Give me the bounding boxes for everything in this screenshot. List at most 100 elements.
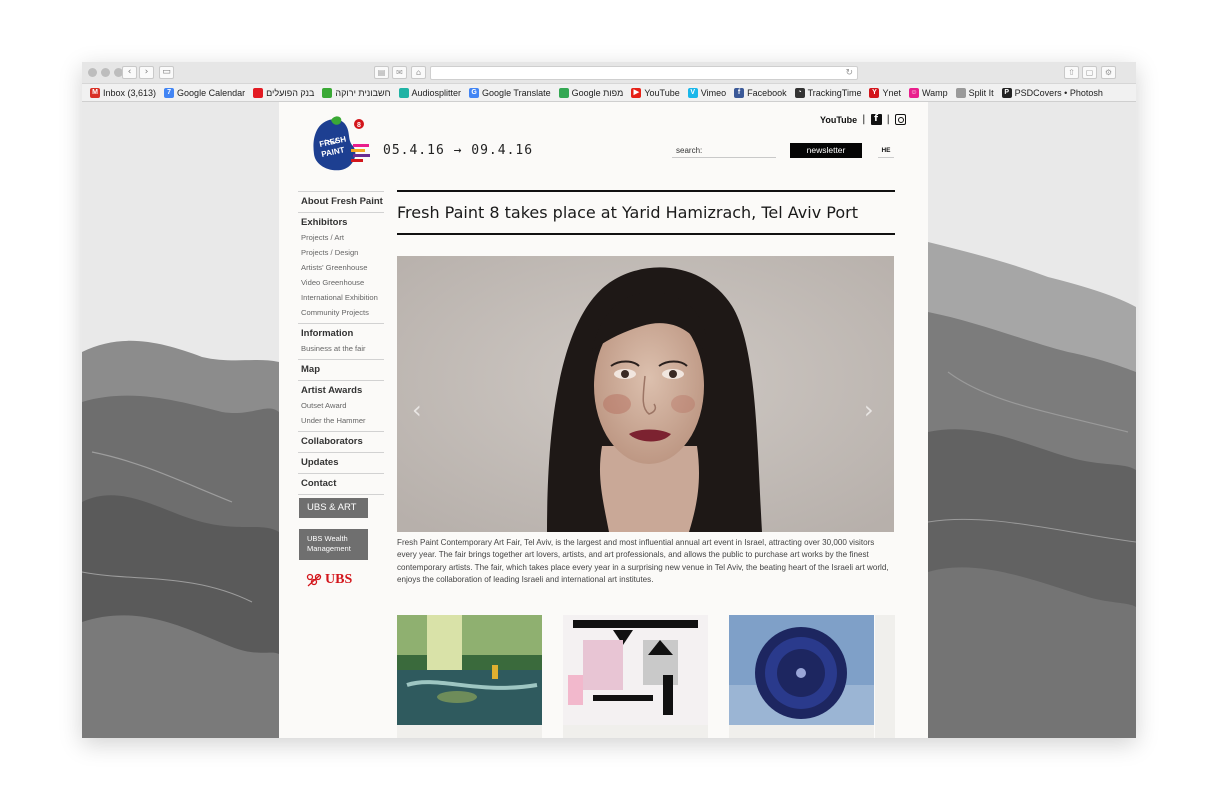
newsletter-button[interactable]: newsletter: [790, 143, 862, 158]
gmail-icon: M: [90, 87, 100, 98]
nav-item[interactable]: About Fresh Paint: [301, 195, 384, 209]
bookmark-item[interactable]: G Google Translate: [469, 87, 551, 98]
facebook-icon[interactable]: f: [870, 114, 882, 125]
slider-prev-arrow[interactable]: ‹: [412, 398, 422, 422]
bookmark-item[interactable]: M Inbox (3,613): [90, 87, 157, 98]
settings-icon[interactable]: ⚙: [1101, 66, 1116, 79]
tabs-icon[interactable]: ▢: [1082, 66, 1097, 79]
ubs-art-button[interactable]: UBS & ART: [299, 498, 368, 518]
nav-subitem[interactable]: Business at the fair: [301, 341, 384, 356]
browser-window: ‹ › ▭ ▤ ✉ ⌂ ↻ ⇧ ▢ ⚙ M Inbox (3,613) 7 Googl…: [82, 62, 1136, 738]
bookmark-item[interactable]: ☺ Wamp: [908, 87, 948, 98]
headline-rule-bottom: [397, 233, 895, 235]
nav-subitem[interactable]: International Exhibition: [301, 290, 384, 305]
nav-section: Information Business at the fair: [298, 324, 384, 360]
youtube-icon[interactable]: YouTube: [820, 115, 857, 125]
bookmark-item[interactable]: Y Ynet: [869, 87, 901, 98]
bank-icon: [253, 87, 264, 98]
artwork-thumbnail-3[interactable]: [729, 615, 874, 725]
bookmark-item[interactable]: P PSDCovers • Photosh: [1001, 87, 1103, 98]
bookmark-item[interactable]: ▶ YouTube: [631, 87, 680, 98]
stopwatch-icon: ◔: [794, 87, 805, 98]
nav-item[interactable]: Map: [301, 363, 384, 377]
nav-subitem[interactable]: Community Projects: [301, 305, 384, 320]
ubs-wealth-button[interactable]: UBS Wealth Management: [299, 529, 368, 560]
forward-icon[interactable]: ›: [139, 66, 154, 79]
ubs-keys-icon: [306, 573, 322, 587]
bookmark-label: Ynet: [882, 87, 901, 98]
page-viewport: FRESH PAINT 8 05.4.16 → 09.4.16 YouTube …: [82, 102, 1136, 738]
nav-section: Artist Awards Outset Award Under the Hamme…: [298, 381, 384, 432]
bookmark-label: Split It: [968, 87, 994, 98]
bookmark-item[interactable]: ◔ TrackingTime: [794, 87, 862, 98]
nav-subitem[interactable]: Artists' Greenhouse: [301, 260, 384, 275]
nav-subitem[interactable]: Under the Hammer: [301, 413, 384, 428]
browser-toolbar: ‹ › ▭ ▤ ✉ ⌂ ↻ ⇧ ▢ ⚙: [82, 62, 1136, 84]
hero-slider[interactable]: [397, 256, 894, 532]
nav-section: Map: [298, 360, 384, 381]
back-icon[interactable]: ‹: [122, 66, 137, 79]
instagram-icon[interactable]: [894, 114, 906, 125]
bookmark-label: Google Calendar: [177, 87, 246, 98]
nav-section: Contact: [298, 474, 384, 495]
bookmark-label: Google מפות: [571, 87, 624, 98]
artwork-thumbnail-2[interactable]: [563, 615, 708, 725]
address-bar[interactable]: ↻: [430, 66, 858, 80]
nav-item[interactable]: Collaborators: [301, 435, 384, 449]
bookmark-label: Google Translate: [482, 87, 551, 98]
bookmark-item[interactable]: 7 Google Calendar: [164, 87, 246, 98]
nav-subitem[interactable]: Projects / Design: [301, 245, 384, 260]
reload-icon[interactable]: ↻: [845, 67, 853, 79]
bookmark-item[interactable]: f Facebook: [734, 87, 787, 98]
sidebar-toggle-icon[interactable]: ▭: [159, 66, 174, 79]
bookmark-item[interactable]: V Vimeo: [687, 87, 726, 98]
thumbnail-caption-1: [397, 725, 542, 738]
ubs-logo-text: UBS: [325, 572, 353, 587]
nav-item[interactable]: Information: [301, 327, 384, 341]
share-icon[interactable]: ⇧: [1064, 66, 1079, 79]
artwork-thumbnail-1[interactable]: [397, 615, 542, 725]
nav-item[interactable]: Updates: [301, 456, 384, 470]
bookmark-label: YouTube: [644, 87, 680, 98]
bookmark-label: Inbox (3,613): [103, 87, 157, 98]
bookmark-item[interactable]: Audiosplitter: [398, 87, 461, 98]
print-icon[interactable]: ▤: [374, 66, 389, 79]
home-icon[interactable]: ⌂: [411, 66, 426, 79]
thumbnail-caption-3: [729, 725, 874, 738]
mail-icon[interactable]: ✉: [392, 66, 407, 79]
background-landscape-left: [82, 102, 279, 738]
fresh-paint-logo[interactable]: FRESH PAINT 8: [309, 114, 375, 174]
bookmark-label: Wamp: [921, 87, 948, 98]
nav-subitem[interactable]: Video Greenhouse: [301, 275, 384, 290]
background-landscape-right: [928, 102, 1136, 738]
divider: |: [862, 114, 866, 125]
headline-rule-top: [397, 190, 895, 192]
bookmark-label: PSDCovers • Photosh: [1014, 87, 1103, 98]
bookmark-item[interactable]: בנק הפועלים: [253, 87, 314, 98]
bookmark-item[interactable]: Google מפות: [558, 87, 624, 98]
bookmark-label: חשבונית ירוקה: [335, 87, 391, 98]
nav-item[interactable]: Exhibitors: [301, 216, 384, 230]
language-toggle[interactable]: HE: [878, 144, 894, 158]
bookmark-item[interactable]: חשבונית ירוקה: [322, 87, 391, 98]
page-headline: Fresh Paint 8 takes place at Yarid Hamiz…: [397, 203, 858, 222]
nav-subitem[interactable]: Projects / Art: [301, 230, 384, 245]
nav-item[interactable]: Contact: [301, 477, 384, 491]
ubs-logo[interactable]: UBS: [306, 572, 352, 588]
bookmark-label: TrackingTime: [807, 87, 862, 98]
calendar-icon: 7: [164, 87, 175, 98]
bookmark-item[interactable]: Split It: [955, 87, 994, 98]
translate-icon: G: [469, 87, 480, 98]
sidebar-nav: About Fresh Paint Exhibitors Projects / Ar…: [298, 191, 384, 495]
thumbnail-overflow: [875, 615, 895, 738]
nav-item[interactable]: Artist Awards: [301, 384, 384, 398]
nav-subitem[interactable]: Outset Award: [301, 398, 384, 413]
divider: |: [886, 114, 890, 125]
site-page: FRESH PAINT 8 05.4.16 → 09.4.16 YouTube …: [279, 102, 928, 738]
youtube-icon: ▶: [631, 87, 642, 98]
maps-icon: [558, 87, 569, 98]
search-input[interactable]: search:: [672, 143, 776, 158]
window-controls[interactable]: [88, 68, 123, 77]
bookmarks-bar: M Inbox (3,613) 7 Google Calendar בנק הפועלי…: [82, 84, 1136, 102]
slider-next-arrow[interactable]: ›: [864, 398, 874, 422]
